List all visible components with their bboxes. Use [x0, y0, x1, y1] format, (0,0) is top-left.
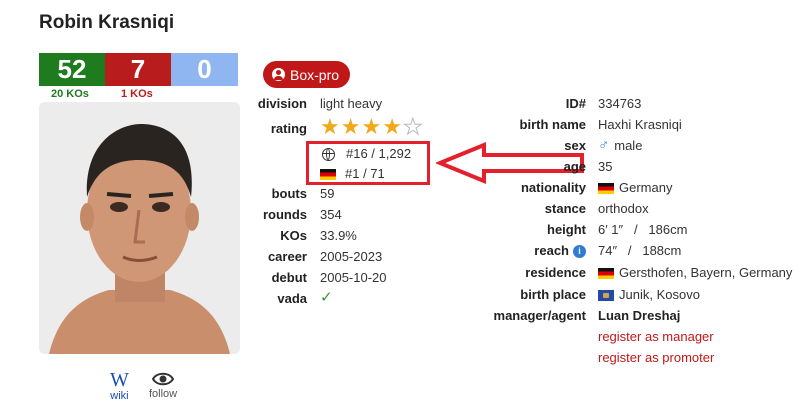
nationality-text: Germany: [619, 180, 673, 195]
boxer-photo: [39, 102, 240, 354]
career-label: career: [267, 249, 307, 264]
stance-label: stance: [544, 201, 586, 216]
manager-label: manager/agent: [493, 308, 586, 323]
record-boxes: 52 7 0: [39, 53, 238, 86]
badge-label: Box-pro: [290, 66, 340, 83]
follow-link[interactable]: follow: [149, 370, 177, 400]
losses-count[interactable]: 7: [105, 53, 171, 86]
wiki-link[interactable]: W wiki: [110, 370, 129, 402]
career-value: 2005-2023: [320, 249, 383, 264]
wins-count[interactable]: 52: [39, 53, 105, 86]
birthplace-value[interactable]: Junik, Kosovo: [598, 285, 700, 305]
star-filled-icon: ★: [320, 114, 340, 139]
reach-label: reach: [534, 243, 569, 258]
rating-label: rating: [270, 121, 307, 136]
vada-label: vada: [277, 291, 307, 306]
star-filled-icon: ★: [382, 114, 402, 139]
box-pro-badge[interactable]: Box-pro: [263, 61, 351, 88]
register-manager-link[interactable]: register as manager: [598, 327, 714, 347]
birthplace-label: birth place: [520, 287, 586, 302]
nationality-label: nationality: [520, 180, 586, 195]
division-label: division: [257, 96, 307, 111]
info-icon[interactable]: i: [573, 244, 586, 258]
sex-text: male: [614, 138, 643, 153]
division-value[interactable]: light heavy: [320, 94, 382, 114]
residence-label: residence: [525, 265, 586, 280]
age-label: age: [563, 159, 586, 174]
follow-label: follow: [149, 388, 178, 400]
rounds-value: 354: [320, 207, 342, 222]
reach-value: 74″ / 188cm: [598, 243, 682, 258]
germany-flag-icon: [598, 182, 614, 194]
star-empty-icon: ★: [402, 114, 423, 139]
boxer-name: Robin Krasniqi: [39, 12, 175, 33]
star-filled-icon: ★: [340, 114, 361, 139]
residence-text: Gersthofen, Bayern, Germany: [619, 265, 793, 280]
birthname-label: birth name: [519, 117, 586, 132]
birthname-value: Haxhi Krasniqi: [598, 117, 682, 132]
rounds-label: rounds: [262, 207, 307, 222]
germany-flag-icon: [598, 267, 614, 279]
nationality-value[interactable]: Germany: [598, 178, 672, 198]
star-filled-icon: ★: [361, 114, 382, 139]
id-label: ID#: [565, 96, 586, 111]
wiki-label: wiki: [110, 390, 129, 402]
height-label: height: [547, 222, 586, 237]
age-value: 35: [598, 159, 613, 174]
rank-highlight-box: [306, 141, 430, 185]
wikipedia-icon: W: [110, 369, 129, 391]
kos-value: 33.9%: [320, 228, 357, 243]
eye-icon: [152, 372, 175, 386]
birthplace-text: Junik, Kosovo: [619, 287, 700, 302]
sex-label: sex: [564, 138, 586, 153]
bouts-label: bouts: [271, 186, 307, 201]
id-value: 334763: [598, 96, 642, 111]
user-icon: [272, 68, 285, 81]
kos-label: KOs: [280, 228, 307, 243]
rating-stars: ★ ★ ★ ★ ★: [320, 114, 423, 139]
register-promoter-link[interactable]: register as promoter: [598, 348, 714, 368]
sex-value: ♂ male: [598, 136, 642, 156]
debut-label: debut: [271, 270, 307, 285]
check-icon: ✓: [320, 289, 333, 306]
wins-kos: 20 KOs: [51, 88, 89, 100]
vada-value: ✓: [320, 288, 333, 308]
manager-value[interactable]: Luan Dreshaj: [598, 306, 680, 326]
stance-value: orthodox: [598, 201, 649, 216]
debut-value[interactable]: 2005-10-20: [320, 268, 387, 288]
losses-kos: 1 KOs: [121, 88, 153, 100]
bouts-value: 59: [320, 186, 335, 201]
height-value: 6′ 1″ / 186cm: [598, 222, 688, 237]
kosovo-flag-icon: [598, 289, 614, 301]
draws-count[interactable]: 0: [171, 53, 238, 86]
residence-value[interactable]: Gersthofen, Bayern, Germany: [598, 263, 792, 283]
male-icon: ♂: [598, 137, 610, 154]
reach-label-row: reach i: [470, 241, 586, 261]
